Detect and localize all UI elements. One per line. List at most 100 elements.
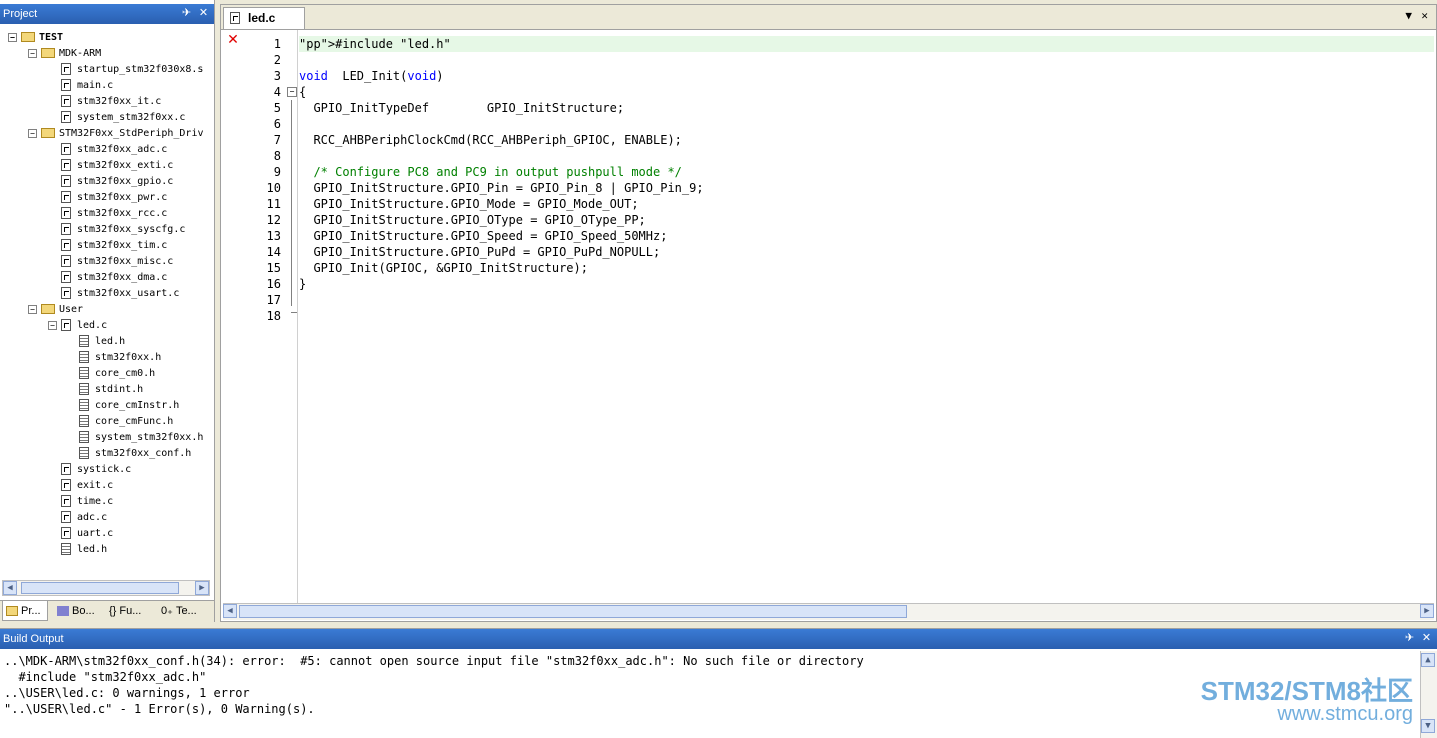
- tree-label: time.c: [77, 496, 114, 507]
- tab-templates[interactable]: 0₊ Te...: [158, 601, 212, 621]
- tree-file[interactable]: stm32f0xx_it.c: [48, 94, 161, 110]
- tree-file[interactable]: core_cmInstr.h: [66, 398, 179, 414]
- close-icon[interactable]: ✕: [1419, 631, 1434, 646]
- tree-file[interactable]: systick.c: [48, 462, 131, 478]
- tab-led-c[interactable]: led.c: [223, 7, 305, 29]
- tab-functions[interactable]: {} Fu...: [106, 601, 156, 621]
- tree-file[interactable]: stm32f0xx_misc.c: [48, 254, 173, 270]
- tree-label: stdint.h: [95, 384, 144, 395]
- error-icon[interactable]: ✕: [227, 33, 239, 47]
- tree-folder[interactable]: − MDK-ARM: [28, 46, 101, 62]
- folder-icon: [41, 128, 55, 138]
- tree-label: stm32f0xx_rcc.c: [77, 208, 168, 219]
- tree-file[interactable]: stm32f0xx_exti.c: [48, 158, 173, 174]
- tree-file[interactable]: stm32f0xx_conf.h: [66, 446, 191, 462]
- line-number: 13: [266, 229, 281, 243]
- tree-file[interactable]: stm32f0xx.h: [66, 350, 161, 366]
- code-line[interactable]: GPIO_InitStructure.GPIO_Speed = GPIO_Spe…: [299, 228, 667, 244]
- close-tab-icon[interactable]: ✕: [1421, 9, 1428, 22]
- build-vscrollbar[interactable]: ▲ ▼: [1420, 651, 1437, 738]
- code-line[interactable]: /* Configure PC8 and PC9 in output pushp…: [299, 164, 681, 180]
- editor-tabbar: led.c ▼ ✕: [221, 5, 1436, 30]
- scroll-left-icon[interactable]: ◀: [223, 604, 237, 618]
- code-line[interactable]: GPIO_InitStructure.GPIO_PuPd = GPIO_PuPd…: [299, 244, 660, 260]
- code-line[interactable]: GPIO_InitTypeDef GPIO_InitStructure;: [299, 100, 624, 116]
- code-line[interactable]: "pp">#include "led.h": [299, 36, 1434, 52]
- scroll-right-icon[interactable]: ▶: [1420, 604, 1434, 618]
- tab-project[interactable]: Pr...: [2, 601, 48, 621]
- tree-label: stm32f0xx_exti.c: [77, 160, 174, 171]
- tree-folder[interactable]: − TEST: [8, 30, 63, 46]
- scroll-thumb[interactable]: [21, 582, 179, 594]
- tree-label: uart.c: [77, 528, 114, 539]
- header-file-icon: [79, 399, 89, 411]
- tree-file[interactable]: stm32f0xx_dma.c: [48, 270, 167, 286]
- c-file-icon: [61, 95, 71, 107]
- project-bottom-tabs: Pr... Bo... {} Fu... 0₊ Te...: [0, 600, 214, 623]
- tree-file[interactable]: stm32f0xx_pwr.c: [48, 190, 167, 206]
- code-line[interactable]: GPIO_InitStructure.GPIO_Mode = GPIO_Mode…: [299, 196, 638, 212]
- code-line[interactable]: void LED_Init(void): [299, 68, 444, 84]
- c-file-icon: [61, 287, 71, 299]
- code-line[interactable]: }: [299, 276, 306, 292]
- collapse-icon[interactable]: −: [8, 32, 17, 42]
- header-file-icon: [79, 447, 89, 459]
- code-line[interactable]: RCC_AHBPeriphClockCmd(RCC_AHBPeriph_GPIO…: [299, 132, 681, 148]
- tree-folder[interactable]: − User: [28, 302, 83, 318]
- build-output-line[interactable]: ..\MDK-ARM\stm32f0xx_conf.h(34): error: …: [4, 653, 864, 669]
- tree-file[interactable]: stm32f0xx_syscfg.c: [48, 222, 185, 238]
- tree-file[interactable]: stm32f0xx_usart.c: [48, 286, 179, 302]
- code-line[interactable]: GPIO_Init(GPIOC, &GPIO_InitStructure);: [299, 260, 588, 276]
- tree-file[interactable]: main.c: [48, 78, 113, 94]
- close-icon[interactable]: ✕: [196, 6, 211, 21]
- scroll-thumb[interactable]: [239, 605, 907, 618]
- code-line[interactable]: GPIO_InitStructure.GPIO_OType = GPIO_OTy…: [299, 212, 645, 228]
- collapse-icon[interactable]: −: [28, 48, 37, 58]
- tree-file[interactable]: exit.c: [48, 478, 113, 494]
- collapse-icon[interactable]: −: [48, 320, 57, 330]
- pin-icon[interactable]: ✈: [1402, 631, 1417, 646]
- tree-file[interactable]: led.h: [66, 334, 125, 350]
- tree-file[interactable]: stm32f0xx_tim.c: [48, 238, 167, 254]
- tree-folder[interactable]: − STM32F0xx_StdPeriph_Driv: [28, 126, 204, 142]
- scroll-left-icon[interactable]: ◀: [3, 581, 17, 595]
- fold-toggle-icon[interactable]: −: [287, 87, 297, 97]
- scroll-down-icon[interactable]: ▼: [1421, 719, 1435, 733]
- tree-file[interactable]: startup_stm32f030x8.s: [48, 62, 203, 78]
- build-output-line[interactable]: ..\USER\led.c: 0 warnings, 1 error: [4, 685, 864, 701]
- tab-books[interactable]: Bo...: [54, 601, 104, 621]
- editor-hscrollbar[interactable]: ◀ ▶: [223, 603, 1434, 620]
- code-line[interactable]: GPIO_InitStructure.GPIO_Pin = GPIO_Pin_8…: [299, 180, 703, 196]
- build-output-line[interactable]: #include "stm32f0xx_adc.h": [4, 669, 864, 685]
- tree-file[interactable]: stm32f0xx_adc.c: [48, 142, 167, 158]
- tree-file[interactable]: stm32f0xx_gpio.c: [48, 174, 173, 190]
- tab-list-dropdown-icon[interactable]: ▼: [1405, 9, 1412, 22]
- code-line[interactable]: {: [299, 84, 306, 100]
- tree-file[interactable]: core_cmFunc.h: [66, 414, 173, 430]
- header-file-icon: [79, 431, 89, 443]
- collapse-icon[interactable]: −: [28, 128, 37, 138]
- tree-file[interactable]: uart.c: [48, 526, 113, 542]
- c-file-icon: [61, 175, 71, 187]
- scroll-up-icon[interactable]: ▲: [1421, 653, 1435, 667]
- tree-file[interactable]: led.h: [48, 542, 107, 558]
- tree-file[interactable]: − led.c: [48, 318, 107, 334]
- tree-file[interactable]: time.c: [48, 494, 113, 510]
- tree-file[interactable]: system_stm32f0xx.h: [66, 430, 203, 446]
- tree-file[interactable]: system_stm32f0xx.c: [48, 110, 185, 126]
- build-output-text[interactable]: ..\MDK-ARM\stm32f0xx_conf.h(34): error: …: [4, 653, 864, 717]
- tree-file[interactable]: stm32f0xx_rcc.c: [48, 206, 167, 222]
- scroll-right-icon[interactable]: ▶: [195, 581, 209, 595]
- books-tab-icon: [57, 606, 69, 617]
- build-output-line[interactable]: "..\USER\led.c" - 1 Error(s), 0 Warning(…: [4, 701, 864, 717]
- project-hscrollbar[interactable]: ◀ ▶: [2, 580, 210, 596]
- c-file-icon: [61, 255, 71, 267]
- tree-label: core_cmInstr.h: [95, 400, 180, 411]
- pin-icon[interactable]: ✈: [179, 6, 194, 21]
- tree-file[interactable]: stdint.h: [66, 382, 143, 398]
- code-area[interactable]: "pp">#include "led.h" void LED_Init(void)…: [297, 30, 1434, 603]
- tree-file[interactable]: adc.c: [48, 510, 107, 526]
- collapse-icon[interactable]: −: [28, 304, 37, 314]
- header-file-icon: [79, 383, 89, 395]
- tree-file[interactable]: core_cm0.h: [66, 366, 155, 382]
